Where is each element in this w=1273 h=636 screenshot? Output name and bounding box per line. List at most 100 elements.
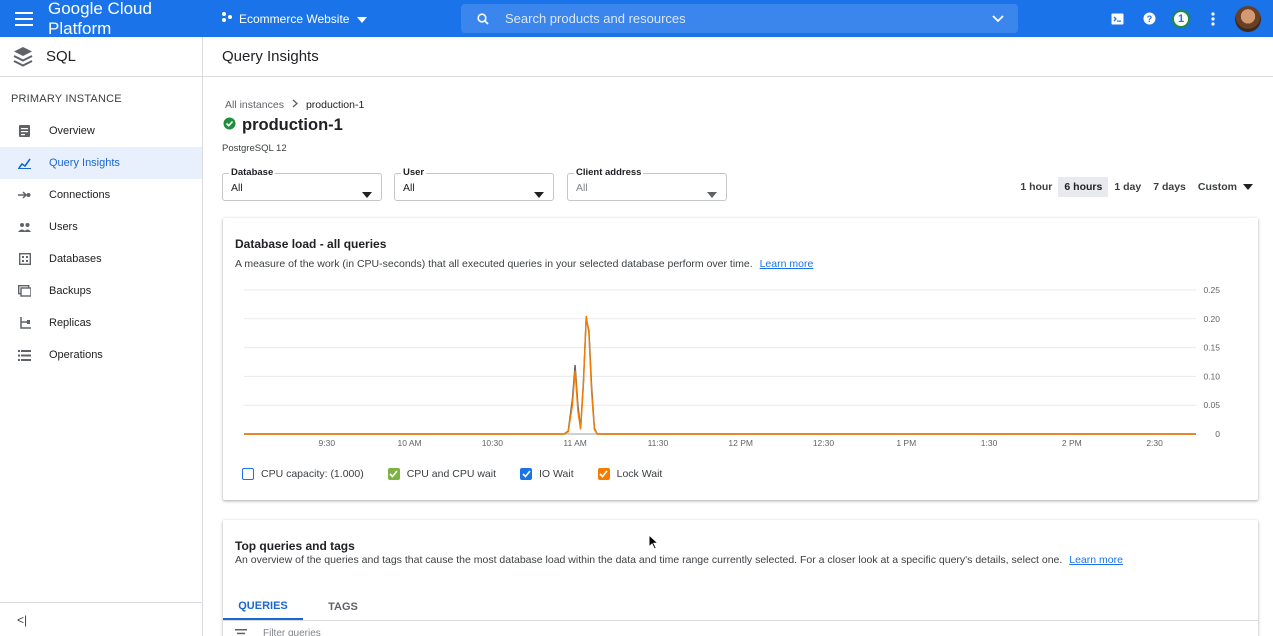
dropdown-arrow-icon bbox=[362, 185, 372, 203]
y-tick-label: 0.25 bbox=[1203, 285, 1220, 295]
breadcrumb-all-instances[interactable]: All instances bbox=[225, 99, 284, 111]
dropdown-arrow-icon bbox=[707, 185, 717, 203]
x-tick-label: 12:30 bbox=[813, 438, 835, 448]
chart-legend: CPU capacity: (1.000) CPU and CPU wait I… bbox=[242, 468, 686, 480]
sidebar-item-users[interactable]: Users bbox=[0, 211, 202, 243]
sidebar-item-connections[interactable]: Connections bbox=[0, 179, 202, 211]
field-value: All bbox=[403, 182, 415, 194]
hamburger-menu-icon[interactable] bbox=[0, 0, 48, 37]
chevron-down-icon bbox=[357, 12, 368, 26]
sidebar-item-databases[interactable]: Databases bbox=[0, 243, 202, 275]
mouse-pointer-icon bbox=[648, 533, 660, 555]
time-range-custom[interactable]: Custom bbox=[1192, 177, 1259, 197]
dropdown-arrow-icon bbox=[534, 185, 544, 203]
x-tick-label: 9:30 bbox=[319, 438, 336, 448]
field-label: Database bbox=[229, 167, 276, 178]
main-content: Query Insights All instances production-… bbox=[203, 37, 1273, 636]
search-input[interactable] bbox=[505, 11, 978, 26]
project-icon bbox=[221, 11, 233, 26]
cloud-shell-icon[interactable] bbox=[1101, 0, 1133, 37]
svg-text:?: ? bbox=[1146, 14, 1152, 24]
card-title: Top queries and tags bbox=[235, 539, 355, 553]
backups-icon bbox=[0, 285, 49, 297]
sidebar-item-replicas[interactable]: Replicas bbox=[0, 307, 202, 339]
sidebar-item-operations[interactable]: Operations bbox=[0, 339, 202, 371]
description-text: A measure of the work (in CPU-seconds) t… bbox=[235, 258, 753, 270]
legend-cpu-capacity[interactable]: CPU capacity: (1.000) bbox=[242, 468, 364, 480]
avatar[interactable] bbox=[1235, 5, 1261, 32]
description-text: An overview of the queries and tags that… bbox=[235, 554, 1063, 566]
sidebar-item-query-insights[interactable]: Query Insights bbox=[0, 147, 202, 179]
more-vert-icon[interactable] bbox=[1197, 0, 1229, 37]
learn-more-link[interactable]: Learn more bbox=[1069, 554, 1123, 566]
sidebar-section-label: PRIMARY INSTANCE bbox=[11, 93, 122, 105]
sidebar-item-label: Operations bbox=[49, 349, 103, 361]
checkbox-unchecked-icon bbox=[242, 468, 254, 480]
project-selector[interactable]: Ecommerce Website bbox=[221, 11, 368, 26]
filter-icon bbox=[235, 629, 247, 635]
sql-product-icon bbox=[0, 46, 46, 68]
help-icon[interactable]: ? bbox=[1133, 0, 1165, 37]
tab-bar: QUERIES TAGS bbox=[223, 594, 383, 620]
sidebar-header: SQL bbox=[0, 37, 202, 77]
check-circle-icon bbox=[223, 116, 236, 135]
card-description: A measure of the work (in CPU-seconds) t… bbox=[235, 258, 813, 270]
replicas-icon bbox=[0, 317, 49, 329]
x-tick-label: 2 PM bbox=[1062, 438, 1082, 448]
project-name: Ecommerce Website bbox=[239, 11, 350, 26]
field-value: All bbox=[231, 182, 243, 194]
sidebar-item-label: Users bbox=[49, 221, 78, 233]
instance-name: production-1 bbox=[242, 116, 343, 134]
x-tick-label: 2:30 bbox=[1146, 438, 1163, 448]
query-insights-icon bbox=[0, 158, 49, 169]
database-load-card: Database load - all queries A measure of… bbox=[223, 218, 1258, 500]
card-title: Database load - all queries bbox=[235, 237, 387, 251]
database-load-chart: 0.25 0.20 0.15 0.10 0.05 0 9:30 10 AM 10:30 11 AM… bbox=[244, 285, 1220, 448]
legend-label: Lock Wait bbox=[616, 468, 663, 480]
filter-placeholder: Filter queries bbox=[263, 628, 321, 636]
sidebar: SQL PRIMARY INSTANCE Overview Query Insi… bbox=[0, 37, 203, 636]
y-tick-label: 0.20 bbox=[1203, 314, 1220, 324]
sidebar-item-overview[interactable]: Overview bbox=[0, 115, 202, 147]
time-range-selector: 1 hour 6 hours 1 day 7 days Custom bbox=[1014, 177, 1259, 197]
sidebar-item-backups[interactable]: Backups bbox=[0, 275, 202, 307]
card-description: An overview of the queries and tags that… bbox=[235, 554, 1123, 566]
client-address-select[interactable]: Client address All bbox=[567, 167, 727, 203]
x-tick-label: 10 AM bbox=[398, 438, 422, 448]
search-expand-icon[interactable] bbox=[978, 14, 1018, 23]
filter-queries-bar[interactable]: Filter queries bbox=[235, 628, 321, 636]
time-range-6-hours[interactable]: 6 hours bbox=[1058, 177, 1109, 197]
search-bar[interactable] bbox=[461, 4, 1018, 33]
tab-tags[interactable]: TAGS bbox=[303, 594, 383, 620]
checkbox-checked-icon bbox=[520, 468, 532, 480]
brand-name[interactable]: Google Cloud Platform bbox=[48, 0, 213, 39]
y-tick-label: 0.10 bbox=[1203, 371, 1220, 381]
time-range-7-days[interactable]: 7 days bbox=[1147, 177, 1192, 197]
legend-label: IO Wait bbox=[539, 468, 574, 480]
users-icon bbox=[0, 222, 49, 232]
x-tick-label: 12 PM bbox=[728, 438, 753, 448]
learn-more-link[interactable]: Learn more bbox=[760, 258, 814, 270]
y-tick-label: 0 bbox=[1215, 429, 1220, 439]
user-select[interactable]: User All bbox=[394, 167, 554, 203]
sidebar-item-label: Backups bbox=[49, 285, 92, 297]
collapse-sidebar-button[interactable]: <| bbox=[0, 602, 202, 636]
notifications-button[interactable]: 1 bbox=[1165, 0, 1197, 37]
field-label: User bbox=[401, 167, 427, 178]
database-select[interactable]: Database All bbox=[222, 167, 382, 203]
legend-io-wait[interactable]: IO Wait bbox=[520, 468, 574, 480]
top-app-bar: Google Cloud Platform Ecommerce Website … bbox=[0, 0, 1273, 39]
time-range-1-hour[interactable]: 1 hour bbox=[1014, 177, 1058, 197]
x-tick-label: 11:30 bbox=[648, 438, 669, 448]
field-value: All bbox=[576, 182, 588, 194]
tab-queries[interactable]: QUERIES bbox=[223, 594, 303, 620]
legend-lock-wait[interactable]: Lock Wait bbox=[597, 468, 663, 480]
checkbox-checked-icon bbox=[387, 468, 400, 480]
divider bbox=[223, 620, 1258, 621]
legend-label: CPU and CPU wait bbox=[406, 468, 496, 480]
legend-cpu-and-cpu-wait[interactable]: CPU and CPU wait bbox=[387, 468, 496, 480]
connections-icon bbox=[0, 190, 49, 200]
checkbox-checked-icon bbox=[597, 468, 610, 480]
time-range-1-day[interactable]: 1 day bbox=[1108, 177, 1147, 197]
breadcrumb: All instances production-1 bbox=[225, 99, 364, 111]
